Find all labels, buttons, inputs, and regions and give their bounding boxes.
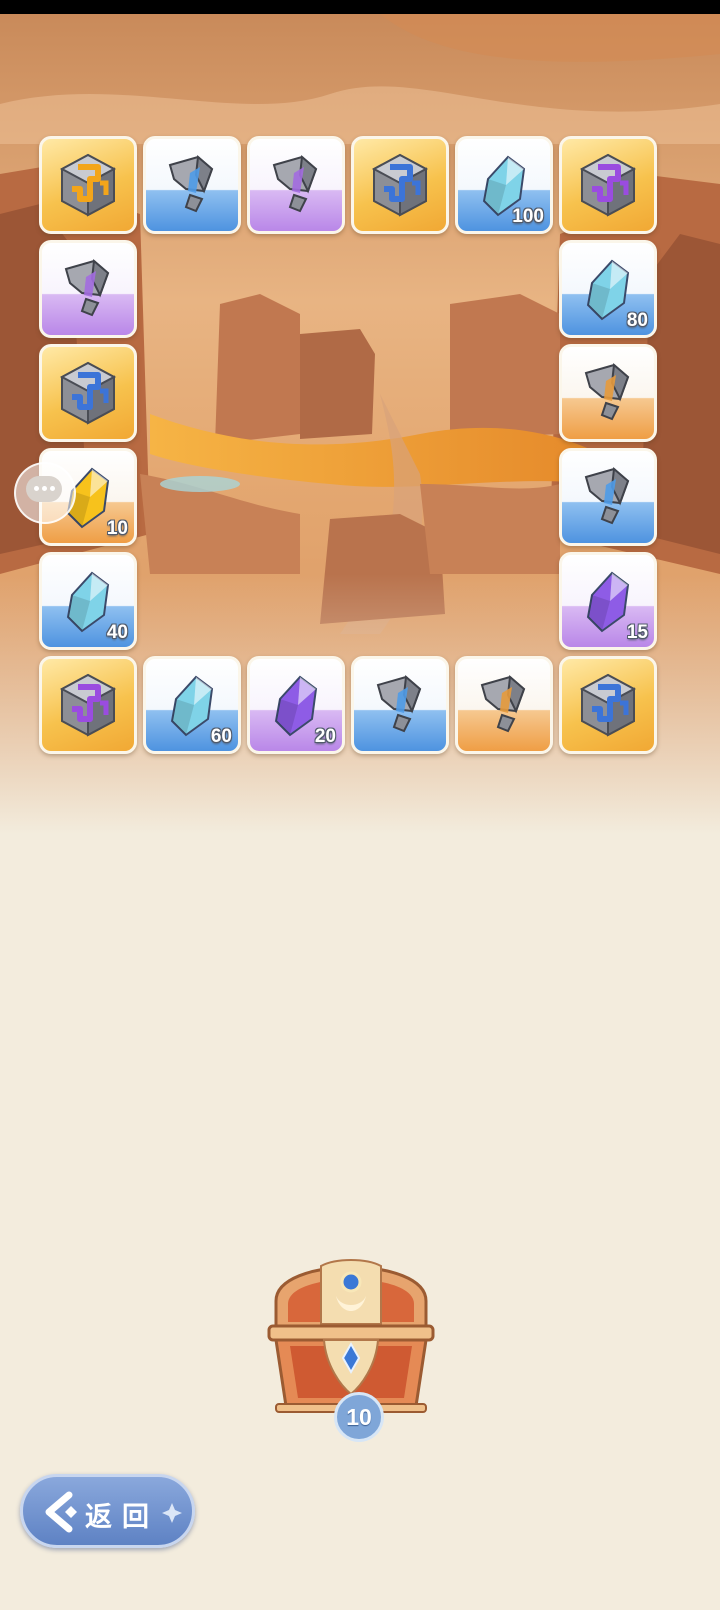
reward-tile: 20 bbox=[247, 656, 345, 754]
tile-quantity: 40 bbox=[106, 622, 128, 643]
chat-button[interactable] bbox=[14, 462, 76, 524]
reward-tile bbox=[559, 656, 657, 754]
tile-quantity: 20 bbox=[314, 726, 336, 747]
chest-count-badge: 10 bbox=[334, 1392, 384, 1442]
reward-tile: 40 bbox=[39, 552, 137, 650]
sparkle-icon bbox=[162, 1503, 182, 1523]
reward-tile bbox=[39, 344, 137, 442]
tile-quantity: 10 bbox=[106, 518, 128, 539]
reward-tile bbox=[559, 448, 657, 546]
reward-tile bbox=[351, 136, 449, 234]
back-button[interactable]: 返回 bbox=[20, 1474, 195, 1548]
reward-tile bbox=[39, 136, 137, 234]
chat-bubble-icon bbox=[26, 476, 62, 502]
reward-tile: 60 bbox=[143, 656, 241, 754]
reward-tile bbox=[559, 344, 657, 442]
reward-tile bbox=[455, 656, 553, 754]
back-arrow-icon bbox=[45, 1491, 77, 1533]
tile-quantity: 100 bbox=[512, 206, 544, 227]
reward-tile: 100 bbox=[455, 136, 553, 234]
reward-tile bbox=[247, 136, 345, 234]
tile-quantity: 15 bbox=[626, 622, 648, 643]
tile-quantity: 80 bbox=[626, 310, 648, 331]
reward-tile: 80 bbox=[559, 240, 657, 338]
reward-tile: 15 bbox=[559, 552, 657, 650]
reward-tile bbox=[39, 240, 137, 338]
reward-board: 100 80 10 40 15 60 20 bbox=[0, 0, 720, 800]
reward-tile bbox=[351, 656, 449, 754]
reward-tile bbox=[559, 136, 657, 234]
reward-tile bbox=[143, 136, 241, 234]
tile-quantity: 60 bbox=[210, 726, 232, 747]
reward-tile bbox=[39, 656, 137, 754]
back-button-label: 返回 bbox=[85, 1502, 159, 1533]
